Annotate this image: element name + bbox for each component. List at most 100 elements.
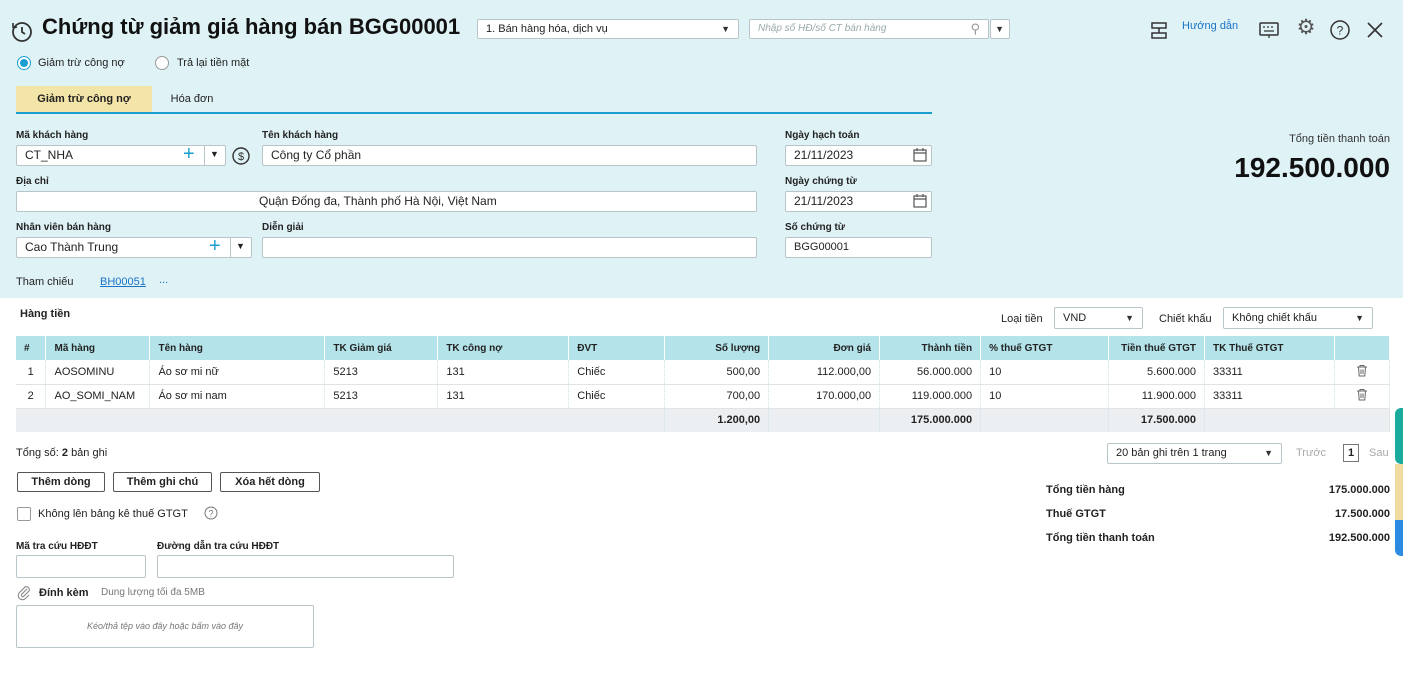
discount-select[interactable]: Không chiết khấu ▼	[1223, 307, 1373, 329]
summary-goods-value: 175.000.000	[1328, 484, 1390, 496]
radio-return-cash[interactable]	[155, 56, 169, 70]
help-icon[interactable]: ?	[1329, 19, 1351, 41]
address-field[interactable]: Quận Đống đa, Thành phố Hà Nội, Việt Nam	[16, 191, 757, 212]
currency-value: VND	[1063, 312, 1087, 324]
radio-reduce-debt[interactable]	[17, 56, 31, 70]
table-totals-row: 1.200,00 175.000.000 17.500.000	[16, 408, 1391, 432]
next-page-button[interactable]: Sau	[1369, 447, 1389, 459]
einvoice-link-input[interactable]	[157, 555, 454, 578]
divider	[230, 238, 231, 257]
col-no: #	[16, 336, 47, 360]
customer-name-label: Tên khách hàng	[262, 130, 339, 141]
table-row[interactable]: 2 AO_SOMI_NAM Áo sơ mi nam 5213 131 Chiế…	[16, 384, 1391, 409]
col-code: Mã hàng	[45, 336, 151, 360]
add-note-button[interactable]: Thêm ghi chú	[113, 472, 212, 492]
voucher-date-label: Ngày chứng từ	[785, 176, 857, 187]
address-label: Địa chỉ	[16, 176, 49, 187]
chevron-down-icon[interactable]: ▼	[236, 241, 245, 251]
cell-tk-vat[interactable]: 33311	[1204, 360, 1335, 385]
record-count: Tổng số: 2 bản ghi	[16, 447, 108, 459]
trash-icon[interactable]	[1334, 360, 1391, 385]
help-link[interactable]: Hướng dẫn	[1182, 20, 1238, 32]
chevron-down-icon[interactable]: ▼	[210, 149, 219, 159]
help-icon[interactable]: ?	[204, 506, 218, 520]
tab-reduce-debt[interactable]: Giảm trừ công nợ	[16, 86, 152, 113]
cell-vat-amount[interactable]: 5.600.000	[1108, 360, 1205, 385]
dollar-icon[interactable]: $	[231, 146, 251, 166]
chevron-down-icon: ▼	[995, 24, 1004, 34]
discount-value: Không chiết khấu	[1232, 312, 1318, 324]
reference-more[interactable]: ...	[159, 274, 168, 286]
cell-unit[interactable]: Chiếc	[568, 360, 666, 385]
cell-name[interactable]: Áo sơ mi nam	[149, 384, 326, 409]
table-row[interactable]: 1 AOSOMINU Áo sơ mi nữ 5213 131 Chiếc 50…	[16, 360, 1391, 385]
tab-underline	[16, 112, 932, 114]
voucher-no-field[interactable]: BGG00001	[785, 237, 932, 258]
prev-page-button[interactable]: Trước	[1296, 447, 1326, 459]
attach-hint: Dung lượng tối đa 5MB	[101, 587, 205, 598]
cell-no: 1	[16, 360, 47, 385]
calendar-icon[interactable]	[912, 193, 928, 209]
cell-qty[interactable]: 500,00	[664, 360, 770, 385]
cell-unit[interactable]: Chiếc	[568, 384, 666, 409]
trash-icon[interactable]	[1334, 384, 1391, 409]
gear-icon[interactable]: ⚙	[1294, 17, 1318, 38]
add-row-button[interactable]: Thêm dòng	[17, 472, 105, 492]
divider	[204, 146, 205, 165]
cell-qty[interactable]: 700,00	[664, 384, 770, 409]
cell-tk-discount[interactable]: 5213	[324, 360, 439, 385]
voucher-type-select[interactable]: 1. Bán hàng hóa, dịch vụ ▼	[477, 19, 739, 39]
tab-invoice[interactable]: Hóa đơn	[152, 86, 232, 113]
cell-price[interactable]: 112.000,00	[768, 360, 881, 385]
cell-tk-debt[interactable]: 131	[437, 360, 570, 385]
reference-link[interactable]: BH00051	[100, 276, 146, 288]
col-vat-amount: Tiền thuế GTGT	[1108, 336, 1205, 360]
radio-reduce-debt-label[interactable]: Giảm trừ công nợ	[38, 57, 125, 69]
cell-amount[interactable]: 119.000.000	[879, 384, 982, 409]
cell-code[interactable]: AOSOMINU	[45, 360, 151, 385]
paperclip-icon	[17, 586, 30, 601]
cell-amount[interactable]: 56.000.000	[879, 360, 982, 385]
cell-tk-discount[interactable]: 5213	[324, 384, 439, 409]
side-tab-1[interactable]	[1395, 408, 1403, 464]
cell-vat-pct[interactable]: 10	[980, 384, 1110, 409]
currency-select[interactable]: VND ▼	[1054, 307, 1143, 329]
keyboard-icon[interactable]	[1258, 20, 1280, 40]
side-tab-2[interactable]	[1395, 464, 1403, 520]
col-name: Tên hàng	[149, 336, 326, 360]
cell-tk-vat[interactable]: 33311	[1204, 384, 1335, 409]
customer-name-field[interactable]: Công ty Cổ phần	[262, 145, 757, 166]
svg-text:?: ?	[1337, 24, 1344, 38]
cell-tk-debt[interactable]: 131	[437, 384, 570, 409]
description-field[interactable]	[262, 237, 757, 258]
file-drop-zone[interactable]: Kéo/thả tệp vào đây hoặc bấm vào đây	[16, 605, 314, 648]
add-customer-icon[interactable]: +	[183, 142, 195, 166]
delete-all-button[interactable]: Xóa hết dòng	[220, 472, 320, 492]
no-vat-list-label[interactable]: Không lên bảng kê thuế GTGT	[38, 508, 188, 520]
page-size-select[interactable]: 20 bản ghi trên 1 trang ▼	[1107, 443, 1282, 464]
history-icon[interactable]	[10, 20, 34, 44]
voucher-date-field[interactable]: 21/11/2023	[785, 191, 932, 212]
invoice-search-dropdown[interactable]: ▼	[990, 19, 1010, 39]
col-tk-debt: TK công nợ	[437, 336, 570, 360]
calendar-icon[interactable]	[912, 147, 928, 163]
page-size-value: 20 bản ghi trên 1 trang	[1116, 447, 1227, 459]
cell-name[interactable]: Áo sơ mi nữ	[149, 360, 326, 385]
table-header-row: # Mã hàng Tên hàng TK Giảm giá TK công n…	[16, 336, 1391, 360]
posting-date-field[interactable]: 21/11/2023	[785, 145, 932, 166]
radio-return-cash-label[interactable]: Trả lại tiền mặt	[177, 57, 249, 69]
cell-code[interactable]: AO_SOMI_NAM	[45, 384, 151, 409]
cell-price[interactable]: 170.000,00	[768, 384, 881, 409]
cell-vat-pct[interactable]: 10	[980, 360, 1110, 385]
close-icon[interactable]	[1364, 19, 1386, 41]
no-vat-list-checkbox[interactable]	[17, 507, 31, 521]
side-tab-3[interactable]	[1395, 520, 1403, 556]
einvoice-code-input[interactable]	[16, 555, 146, 578]
add-salesperson-icon[interactable]: +	[209, 234, 221, 258]
page-number[interactable]: 1	[1343, 444, 1359, 462]
search-icon[interactable]: ⚲	[970, 20, 980, 38]
cell-vat-amount[interactable]: 11.900.000	[1108, 384, 1205, 409]
invoice-search-input[interactable]: Nhập số HĐ/số CT bán hàng ⚲	[749, 19, 989, 39]
guide-icon[interactable]	[1148, 20, 1170, 42]
total-box-label: Tổng tiền thanh toán	[1289, 133, 1390, 145]
